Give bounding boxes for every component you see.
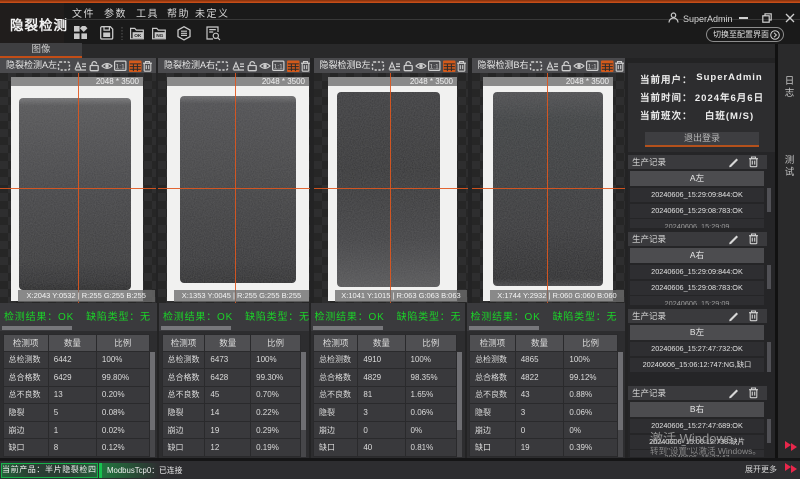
svg-text:OK: OK [134, 33, 142, 39]
svg-text:NG: NG [156, 33, 163, 39]
